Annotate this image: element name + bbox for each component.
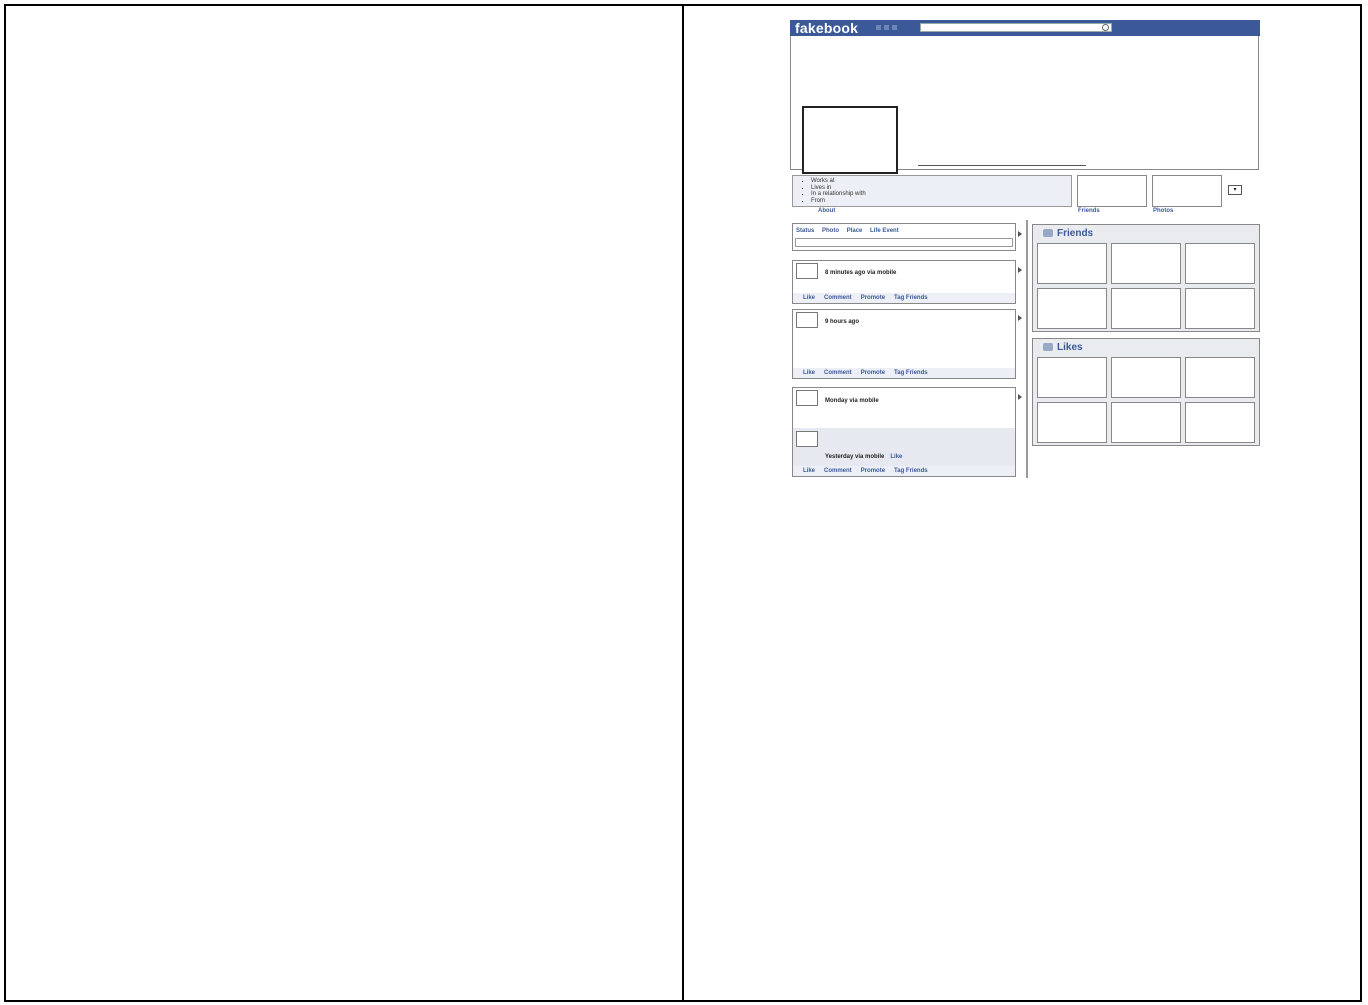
friends-panel-title: Friends [1043, 228, 1093, 239]
post-timestamp: 9 hours ago [825, 319, 860, 325]
post-avatar [796, 312, 818, 328]
search-icon [1102, 24, 1109, 31]
like-tile[interactable] [1111, 357, 1181, 398]
friends-icon [1043, 229, 1053, 238]
top-bar-icons [876, 25, 900, 32]
profile-template: fakebook Works at Lives in In a relation… [790, 20, 1260, 480]
friend-tile[interactable] [1037, 243, 1107, 284]
comment-like-link[interactable]: Like [890, 454, 902, 460]
composer-status-option[interactable]: Status [796, 228, 814, 234]
timeline-arrow [1018, 315, 1022, 321]
comment-link[interactable]: Comment [824, 295, 852, 301]
profile-picture [802, 106, 898, 174]
like-tile[interactable] [1185, 357, 1255, 398]
top-bar: fakebook [790, 20, 1260, 36]
name-line [918, 165, 1086, 166]
photos-thumb[interactable] [1152, 175, 1222, 207]
friend-requests-icon[interactable] [876, 25, 881, 30]
comment-timestamp: Yesterday via mobile [825, 454, 885, 460]
promote-link[interactable]: Promote [861, 295, 885, 301]
timeline-line [1026, 220, 1028, 478]
post-avatar [796, 263, 818, 279]
photos-tab[interactable]: Photos [1153, 208, 1173, 214]
friend-tile[interactable] [1185, 243, 1255, 284]
messages-icon[interactable] [884, 25, 889, 30]
notifications-icon[interactable] [892, 25, 897, 30]
friend-tile[interactable] [1111, 288, 1181, 329]
composer-life-event-option[interactable]: Life Event [870, 228, 899, 234]
promote-link[interactable]: Promote [861, 370, 885, 376]
likes-title[interactable]: Likes [1057, 342, 1083, 353]
logo: fakebook [795, 20, 859, 36]
friends-panel: Friends [1032, 224, 1260, 332]
composer-place-option[interactable]: Place [847, 228, 863, 234]
composer-photo-option[interactable]: Photo [822, 228, 839, 234]
friends-title[interactable]: Friends [1057, 228, 1093, 239]
like-tile[interactable] [1185, 402, 1255, 443]
comment-block: Yesterday via mobile Like [793, 428, 1015, 466]
promote-link[interactable]: Promote [861, 468, 885, 474]
comment-avatar [796, 431, 818, 447]
post-actions: Like Comment Promote Tag Friends [793, 466, 1015, 476]
likes-grid [1037, 357, 1255, 443]
search-input[interactable] [920, 23, 1112, 32]
timeline-arrow [1018, 394, 1022, 400]
status-composer: Status Photo Place Life Event [792, 223, 1016, 251]
tag-friends-link[interactable]: Tag Friends [894, 370, 928, 376]
post-avatar [796, 390, 818, 406]
friend-tile[interactable] [1111, 243, 1181, 284]
friends-grid [1037, 243, 1255, 329]
column-divider [682, 4, 684, 1002]
about-box: Works at Lives in In a relationship with… [792, 175, 1072, 207]
post-actions: Like Comment Promote Tag Friends [793, 293, 1015, 303]
friend-tile[interactable] [1037, 288, 1107, 329]
timeline-arrow [1018, 267, 1022, 273]
post-timestamp: Monday via mobile [825, 398, 879, 404]
like-link[interactable]: Like [803, 370, 815, 376]
like-tile[interactable] [1111, 402, 1181, 443]
comment-link[interactable]: Comment [824, 370, 852, 376]
friend-tile[interactable] [1185, 288, 1255, 329]
post-actions: Like Comment Promote Tag Friends [793, 368, 1015, 378]
likes-panel-title: Likes [1043, 342, 1083, 353]
friends-thumb[interactable] [1077, 175, 1147, 207]
status-input[interactable] [795, 238, 1013, 247]
tag-friends-link[interactable]: Tag Friends [894, 468, 928, 474]
timeline-post: 9 hours ago Like Comment Promote Tag Friend… [792, 309, 1016, 379]
like-tile[interactable] [1037, 402, 1107, 443]
comment-link[interactable]: Comment [824, 468, 852, 474]
like-link[interactable]: Like [803, 295, 815, 301]
timeline-post: 8 minutes ago via mobile Like Comment Prom… [792, 260, 1016, 304]
about-item: From [811, 198, 1071, 205]
more-dropdown-button[interactable]: ▾ [1228, 185, 1242, 195]
timeline-arrow [1018, 231, 1022, 237]
timeline-post: Monday via mobile Yesterday via mobile Li… [792, 387, 1016, 477]
like-tile[interactable] [1037, 357, 1107, 398]
friends-tab[interactable]: Friends [1078, 208, 1100, 214]
thumbs-up-icon [1043, 343, 1053, 352]
comment-meta: Yesterday via mobile Like [825, 454, 902, 460]
like-link[interactable]: Like [803, 468, 815, 474]
tag-friends-link[interactable]: Tag Friends [894, 295, 928, 301]
likes-panel: Likes [1032, 338, 1260, 446]
about-link[interactable]: About [818, 208, 835, 214]
post-timestamp: 8 minutes ago via mobile [825, 270, 897, 276]
